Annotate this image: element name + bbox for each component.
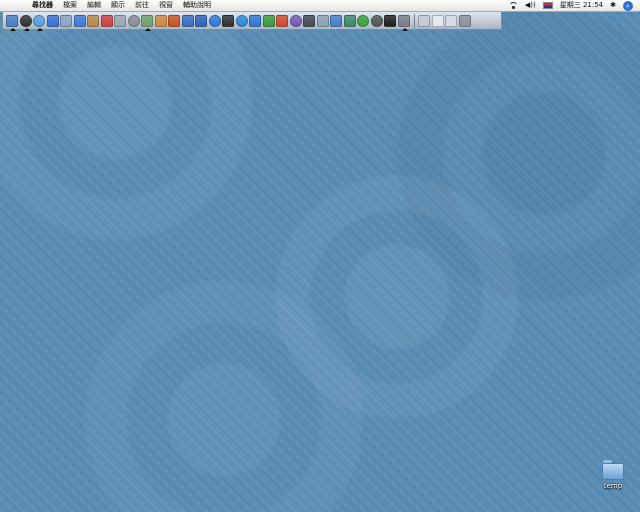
- downloads-icon[interactable]: [418, 14, 430, 27]
- folder-icon: [602, 460, 624, 480]
- ical-icon[interactable]: [100, 14, 113, 27]
- iweb-icon[interactable]: [181, 14, 194, 27]
- ichat-icon[interactable]: [46, 14, 59, 27]
- apple-menu-icon[interactable]: [9, 1, 17, 10]
- menu-bar: 尋找器 檔案 編輯 顯示 前往 視窗 輔助說明 ◀)) 星期三 21:54 ✱ …: [0, 0, 640, 12]
- utility-icon[interactable]: [343, 14, 356, 27]
- running-indicator: [401, 27, 408, 31]
- monitor-icon[interactable]: [384, 14, 396, 27]
- firefox-icon[interactable]: [208, 14, 221, 27]
- running-indicator: [37, 27, 43, 31]
- running-indicator: [145, 27, 151, 31]
- word-icon[interactable]: [249, 14, 261, 27]
- itunes-icon[interactable]: [73, 14, 86, 27]
- garageband-icon[interactable]: [154, 14, 167, 27]
- bluetooth-icon[interactable]: ✱: [610, 0, 616, 11]
- pictures-stack-icon[interactable]: [445, 14, 457, 27]
- documents-stack-icon[interactable]: [431, 14, 444, 27]
- idvd-icon[interactable]: [195, 14, 207, 27]
- automator-icon[interactable]: [397, 14, 410, 31]
- mail-icon[interactable]: [60, 14, 72, 27]
- console-icon[interactable]: [303, 14, 315, 27]
- menu-finder[interactable]: 尋找器: [27, 0, 58, 11]
- desktop-folder-temp[interactable]: temp: [598, 460, 628, 500]
- photoshop-icon[interactable]: [168, 14, 180, 27]
- keynote-icon[interactable]: [330, 14, 342, 27]
- trash-icon[interactable]: [458, 14, 471, 27]
- menu-list: 尋找器 檔案 編輯 顯示 前往 視窗 輔助說明: [27, 0, 216, 11]
- spotlight-icon[interactable]: ⌕: [623, 0, 633, 11]
- dreamweaver-icon[interactable]: [262, 14, 275, 27]
- safari-icon[interactable]: [33, 14, 45, 31]
- menu-edit[interactable]: 編輯: [82, 0, 106, 11]
- menu-view[interactable]: 顯示: [106, 0, 130, 11]
- running-indicator: [23, 27, 30, 31]
- input-source-flag-icon[interactable]: [542, 2, 553, 9]
- running-indicator: [10, 27, 16, 31]
- iphoto-icon[interactable]: [141, 14, 153, 31]
- dock: [2, 12, 502, 31]
- menu-window[interactable]: 視窗: [154, 0, 178, 11]
- dock-separator: [414, 13, 415, 28]
- system-prefs-icon[interactable]: [127, 14, 140, 27]
- address-book-icon[interactable]: [87, 14, 99, 27]
- terminal-icon[interactable]: [222, 14, 234, 27]
- quicktime-icon[interactable]: [235, 14, 248, 27]
- skype-icon[interactable]: [357, 14, 369, 27]
- folder-label: temp: [603, 482, 623, 490]
- menu-clock[interactable]: 星期三 21:54: [560, 0, 603, 11]
- media-player-icon[interactable]: [289, 14, 302, 27]
- wifi-icon[interactable]: [508, 2, 518, 9]
- status-area: ◀)) 星期三 21:54 ✱ ⌕: [508, 0, 640, 11]
- dashboard-icon[interactable]: [19, 14, 32, 31]
- finder-icon[interactable]: [6, 14, 18, 31]
- menu-help[interactable]: 輔助說明: [178, 0, 216, 11]
- activity-monitor-icon[interactable]: [316, 14, 329, 27]
- volume-icon[interactable]: ◀)): [525, 0, 536, 11]
- preview-icon[interactable]: [114, 14, 126, 27]
- disk-utility-icon[interactable]: [370, 14, 383, 27]
- flash-icon[interactable]: [276, 14, 288, 27]
- menu-go[interactable]: 前往: [130, 0, 154, 11]
- menu-file[interactable]: 檔案: [58, 0, 82, 11]
